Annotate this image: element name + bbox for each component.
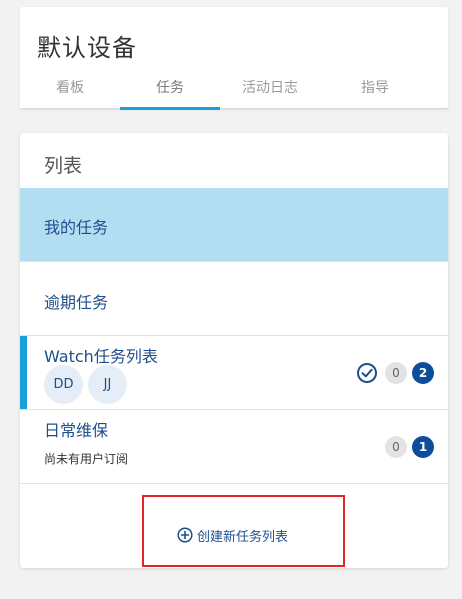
check-circle-icon[interactable] [356,362,378,384]
page-title: 默认设备 [37,34,137,62]
list-item-routine-maintenance[interactable]: 日常维保 尚未有用户订阅 0 1 [20,409,448,483]
header-card: 默认设备 看板 任务 活动日志 指导 [20,7,448,110]
tab-bar: 看板 任务 活动日志 指导 [20,71,448,110]
avatar-dd[interactable]: DD [44,365,83,404]
list-item-watch-task-list[interactable]: Watch任务列表 DD JJ 0 2 [20,335,448,409]
tab-guide[interactable]: 指导 [325,71,425,109]
count-badge-blue: 2 [412,362,434,384]
list-card: 列表 我的任务 逾期任务 Watch任务列表 DD JJ 0 2 日常维保 尚未… [20,133,448,568]
count-badge-blue: 1 [412,436,434,458]
plus-circle-icon [177,527,193,543]
list-item-overdue-tasks[interactable]: 逾期任务 [20,261,448,335]
tab-tasks[interactable]: 任务 [120,71,220,110]
create-task-list-button[interactable]: 创建新任务列表 [177,526,289,545]
list-item-label: 我的任务 [44,218,109,237]
active-indicator [20,336,27,409]
tab-activity-log[interactable]: 活动日志 [220,71,320,109]
list-item-subtext: 尚未有用户订阅 [44,452,129,466]
list-item-label: Watch任务列表 [44,347,158,366]
count-badge-grey: 0 [385,362,407,384]
list-item-label: 日常维保 [44,421,109,440]
create-task-list-label: 创建新任务列表 [197,529,289,545]
list-title: 列表 [44,155,83,177]
tab-board[interactable]: 看板 [20,71,120,109]
count-badge-grey: 0 [385,436,407,458]
list-item-label: 逾期任务 [44,293,109,312]
list-item-my-tasks[interactable]: 我的任务 [20,188,448,261]
avatar-jj[interactable]: JJ [88,365,127,404]
